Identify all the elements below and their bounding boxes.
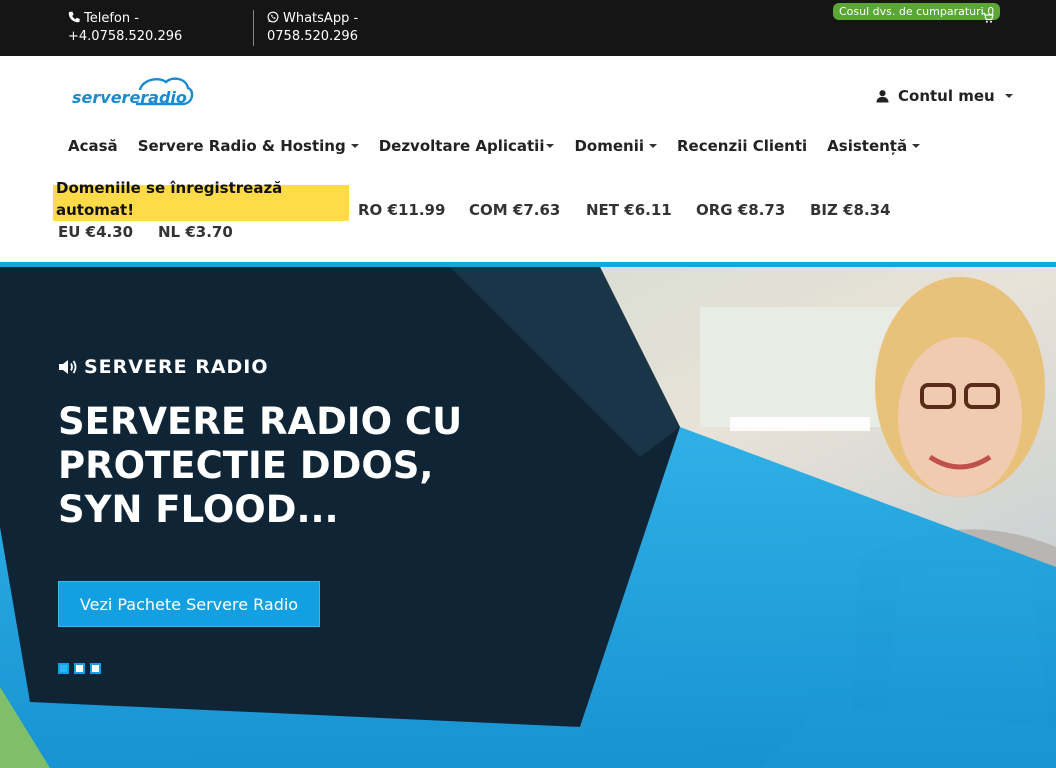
slider-dot-1[interactable] bbox=[58, 663, 69, 674]
domain-price-com[interactable]: COM €7.63 bbox=[469, 201, 560, 219]
logo-text: servereradio bbox=[72, 88, 187, 107]
phone-label: Telefon - bbox=[84, 11, 139, 26]
whatsapp-label: WhatsApp - bbox=[283, 11, 359, 26]
volume-icon bbox=[59, 360, 77, 374]
domain-price-eu[interactable]: EU €4.30 bbox=[58, 223, 133, 241]
slider-dot-3[interactable] bbox=[90, 663, 101, 674]
nav-asistenta[interactable]: Asistență bbox=[827, 136, 921, 156]
top-bar: Telefon - +4.0758.520.296 WhatsApp - 075… bbox=[0, 0, 1056, 56]
nav-label: Asistență bbox=[827, 137, 908, 155]
chevron-down-icon bbox=[1004, 94, 1013, 98]
phone-icon bbox=[68, 11, 80, 23]
nav-label: Recenzii Clienti bbox=[677, 137, 808, 155]
whatsapp-icon bbox=[267, 11, 279, 23]
hero-title: SERVERE RADIO CU PROTECTIE DDOS, SYN FLO… bbox=[58, 400, 463, 531]
domain-price-nl[interactable]: NL €3.70 bbox=[158, 223, 233, 241]
whatsapp-contact[interactable]: WhatsApp - 0758.520.296 bbox=[267, 10, 358, 46]
slider-dots bbox=[58, 663, 106, 674]
nav-servere-radio[interactable]: Servere Radio & Hosting bbox=[138, 136, 359, 156]
view-radio-packages-button[interactable]: Vezi Pachete Servere Radio bbox=[58, 581, 320, 627]
chevron-down-icon bbox=[350, 144, 359, 148]
chevron-down-icon bbox=[912, 144, 921, 148]
nav-dezvoltare[interactable]: Dezvoltare Aplicatii bbox=[379, 136, 555, 156]
nav-label: Servere Radio & Hosting bbox=[137, 137, 346, 155]
phone-contact[interactable]: Telefon - +4.0758.520.296 bbox=[68, 10, 182, 46]
main-nav: Acasă Servere Radio & Hosting Dezvoltare… bbox=[68, 136, 940, 156]
domain-price-biz[interactable]: BIZ €8.34 bbox=[810, 201, 891, 219]
cart-badge[interactable]: Cosul dvs. de cumparaturi 0 bbox=[833, 3, 1001, 20]
domain-price-org[interactable]: ORG €8.73 bbox=[696, 201, 785, 219]
chevron-down-icon bbox=[649, 144, 657, 148]
domain-price-net[interactable]: NET €6.11 bbox=[586, 201, 672, 219]
cart-icon[interactable] bbox=[982, 12, 994, 24]
chevron-down-icon bbox=[546, 144, 555, 148]
nav-recenzii[interactable]: Recenzii Clienti bbox=[677, 136, 807, 156]
nav-label: Domenii bbox=[574, 137, 644, 155]
whatsapp-number[interactable]: 0758.520.296 bbox=[267, 29, 358, 44]
contact-divider bbox=[253, 10, 254, 46]
slider-dot-2[interactable] bbox=[74, 663, 85, 674]
domain-price-ro[interactable]: RO €11.99 bbox=[358, 201, 445, 219]
promo-text: Domeniile se înregistrează automat! bbox=[56, 179, 283, 219]
hero-eyebrow: SERVERE RADIO bbox=[58, 356, 269, 378]
nav-label: Acasă bbox=[68, 137, 118, 155]
hero-eyebrow-text: SERVERE RADIO bbox=[84, 356, 269, 378]
phone-number[interactable]: +4.0758.520.296 bbox=[68, 29, 182, 44]
account-menu[interactable]: Contul meu bbox=[876, 87, 1013, 105]
nav-domenii[interactable]: Domenii bbox=[574, 136, 657, 156]
site-logo[interactable]: servereradio bbox=[70, 76, 194, 110]
account-label: Contul meu bbox=[898, 87, 995, 105]
nav-label: Dezvoltare Aplicatii bbox=[378, 137, 545, 155]
user-icon bbox=[876, 90, 889, 103]
nav-home[interactable]: Acasă bbox=[68, 136, 118, 156]
